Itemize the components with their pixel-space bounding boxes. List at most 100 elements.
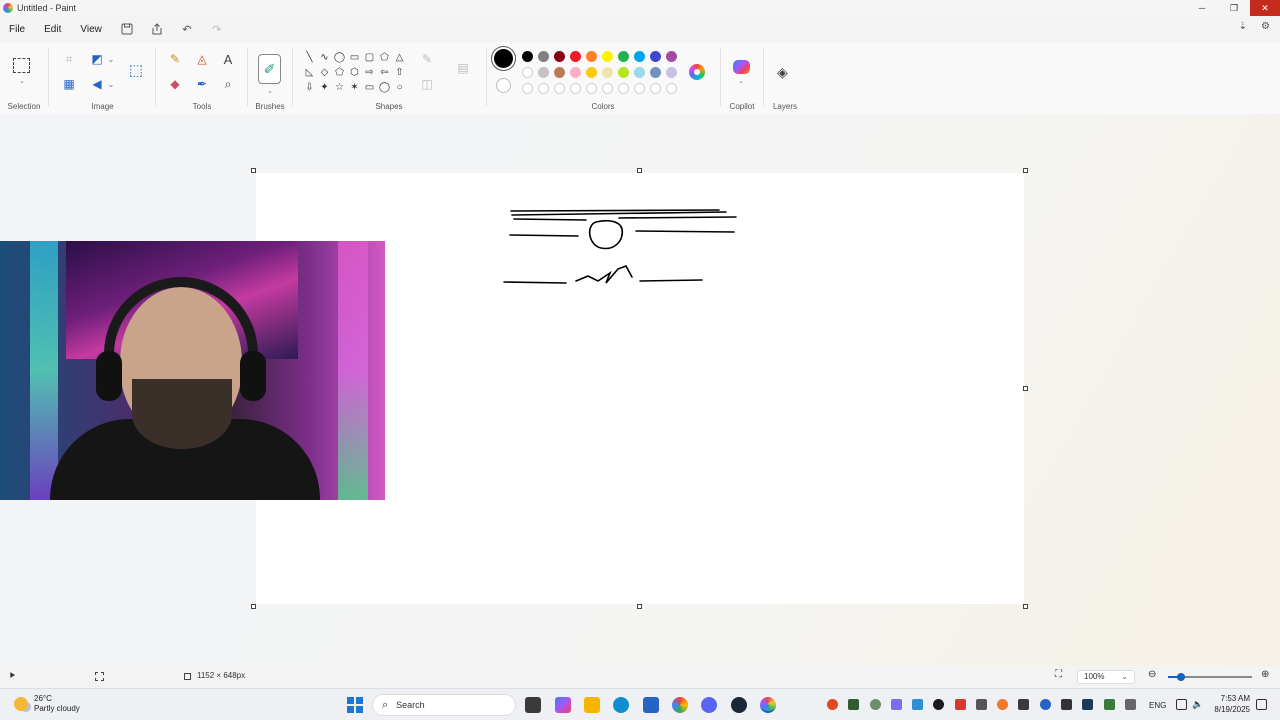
callout-cloud-shape-icon[interactable]: ○	[392, 80, 407, 95]
color-swatch[interactable]	[650, 67, 661, 78]
resize-handle-top-left[interactable]	[251, 168, 256, 173]
notification-icon[interactable]	[1256, 699, 1267, 710]
triangle-shape-icon[interactable]: △	[392, 50, 407, 65]
language-indicator[interactable]: ENG	[1149, 701, 1166, 710]
tray-app-icon[interactable]	[1125, 699, 1136, 710]
settings-icon[interactable]: ⚙	[1261, 21, 1270, 32]
color-swatch[interactable]	[666, 67, 677, 78]
color-swatch[interactable]	[666, 83, 677, 94]
tray-app-icon[interactable]	[997, 699, 1008, 710]
paint-taskbar-icon[interactable]	[760, 697, 776, 713]
image-select-icon[interactable]: ▦	[60, 76, 78, 92]
resize-handle-top-right[interactable]	[1023, 168, 1028, 173]
share-icon[interactable]	[150, 22, 164, 36]
up-arrow-shape-icon[interactable]: ⇧	[392, 65, 407, 80]
hexagon-shape-icon[interactable]: ⬡	[347, 65, 362, 80]
color-swatch[interactable]	[618, 83, 629, 94]
diamond-shape-icon[interactable]: ◇	[317, 65, 332, 80]
color-picker-icon[interactable]: ✒	[193, 76, 211, 92]
menu-edit[interactable]: Edit	[35, 24, 71, 35]
copilot-taskbar-icon[interactable]	[555, 697, 571, 713]
text-icon[interactable]: A	[219, 51, 237, 67]
color-swatch[interactable]	[650, 83, 661, 94]
tray-app-icon[interactable]	[1018, 699, 1029, 710]
zoom-select[interactable]: 100% ⌄	[1077, 670, 1135, 684]
taskbar-search[interactable]: ⌕ Search	[372, 694, 516, 716]
color-swatch[interactable]	[570, 51, 581, 62]
color-swatch[interactable]	[586, 83, 597, 94]
steam-tray-icon[interactable]	[1082, 699, 1093, 710]
bluetooth-icon[interactable]	[1040, 699, 1051, 710]
left-arrow-shape-icon[interactable]: ⇦	[377, 65, 392, 80]
color-swatch[interactable]	[602, 51, 613, 62]
tray-app-icon[interactable]	[827, 699, 838, 710]
six-point-star-shape-icon[interactable]: ✶	[347, 80, 362, 95]
shape-gallery-icon[interactable]: ▤	[454, 60, 472, 76]
layers-icon[interactable]: ◈	[777, 64, 788, 81]
color-swatch[interactable]	[634, 83, 645, 94]
magnifier-icon[interactable]: ⌕	[219, 76, 237, 92]
color-swatch[interactable]	[618, 51, 629, 62]
tray-app-icon[interactable]	[933, 699, 944, 710]
color-swatch[interactable]	[538, 67, 549, 78]
curve-shape-icon[interactable]: ∿	[317, 50, 332, 65]
down-arrow-shape-icon[interactable]: ⇩	[302, 80, 317, 95]
zoom-in-icon[interactable]: ⊕	[1261, 669, 1269, 680]
color-swatch[interactable]	[634, 51, 645, 62]
color-swatch[interactable]	[602, 83, 613, 94]
color-swatch[interactable]	[570, 83, 581, 94]
chevron-down-icon[interactable]: ⌄	[267, 87, 273, 95]
callout-oval-shape-icon[interactable]: ◯	[377, 80, 392, 95]
rectangle-select-icon[interactable]	[13, 58, 30, 73]
outline-icon[interactable]: ✎	[418, 51, 436, 67]
close-button[interactable]: ✕	[1250, 0, 1280, 16]
secondary-color-swatch[interactable]	[496, 78, 511, 93]
color-swatch[interactable]	[634, 67, 645, 78]
minimize-button[interactable]: ─	[1186, 0, 1218, 16]
color-swatch[interactable]	[602, 67, 613, 78]
tray-app-icon[interactable]	[891, 699, 902, 710]
color-swatch[interactable]	[538, 51, 549, 62]
zoom-slider-knob[interactable]	[1176, 673, 1185, 681]
edit-colors-icon[interactable]	[689, 64, 705, 80]
polygon-shape-icon[interactable]: ⬠	[377, 50, 392, 65]
color-swatch[interactable]	[538, 83, 549, 94]
zoom-out-icon[interactable]: ⊖	[1148, 669, 1156, 680]
copilot-icon[interactable]	[733, 60, 750, 74]
rounded-rectangle-shape-icon[interactable]: ▢	[362, 50, 377, 65]
tray-app-icon[interactable]	[976, 699, 987, 710]
menu-file[interactable]: File	[0, 24, 35, 35]
tray-app-icon[interactable]	[912, 699, 923, 710]
primary-color-swatch[interactable]	[494, 49, 513, 68]
steam-icon[interactable]	[731, 697, 747, 713]
right-triangle-shape-icon[interactable]: ◺	[302, 65, 317, 80]
edge-icon[interactable]	[613, 697, 629, 713]
restore-button[interactable]: ❐	[1218, 0, 1250, 16]
start-button[interactable]	[347, 697, 363, 713]
tray-app-icon[interactable]	[955, 699, 966, 710]
fill-icon[interactable]: ◬	[193, 51, 211, 67]
tray-app-icon[interactable]	[1104, 699, 1115, 710]
store-icon[interactable]	[643, 697, 659, 713]
crop-icon[interactable]: ⌗	[60, 51, 78, 67]
color-swatch[interactable]	[522, 51, 533, 62]
color-swatch[interactable]	[586, 67, 597, 78]
fill-style-icon[interactable]: ◫	[418, 76, 436, 92]
menu-view[interactable]: View	[71, 24, 112, 35]
pentagon-shape-icon[interactable]: ⬠	[332, 65, 347, 80]
discord-icon[interactable]	[701, 697, 717, 713]
color-swatch[interactable]	[586, 51, 597, 62]
color-swatch[interactable]	[618, 67, 629, 78]
resize-handle-bottom-left[interactable]	[251, 604, 256, 609]
chrome-icon[interactable]	[672, 697, 688, 713]
color-swatch[interactable]	[522, 83, 533, 94]
rectangle-shape-icon[interactable]: ▭	[347, 50, 362, 65]
brush-icon[interactable]: ✐	[258, 54, 281, 84]
file-explorer-icon[interactable]	[584, 697, 600, 713]
color-swatch[interactable]	[570, 67, 581, 78]
eraser-icon[interactable]: ◆	[166, 76, 184, 92]
four-point-star-shape-icon[interactable]: ✦	[317, 80, 332, 95]
save-icon[interactable]	[120, 22, 134, 36]
network-icon[interactable]	[1176, 699, 1187, 710]
oval-shape-icon[interactable]: ◯	[332, 50, 347, 65]
